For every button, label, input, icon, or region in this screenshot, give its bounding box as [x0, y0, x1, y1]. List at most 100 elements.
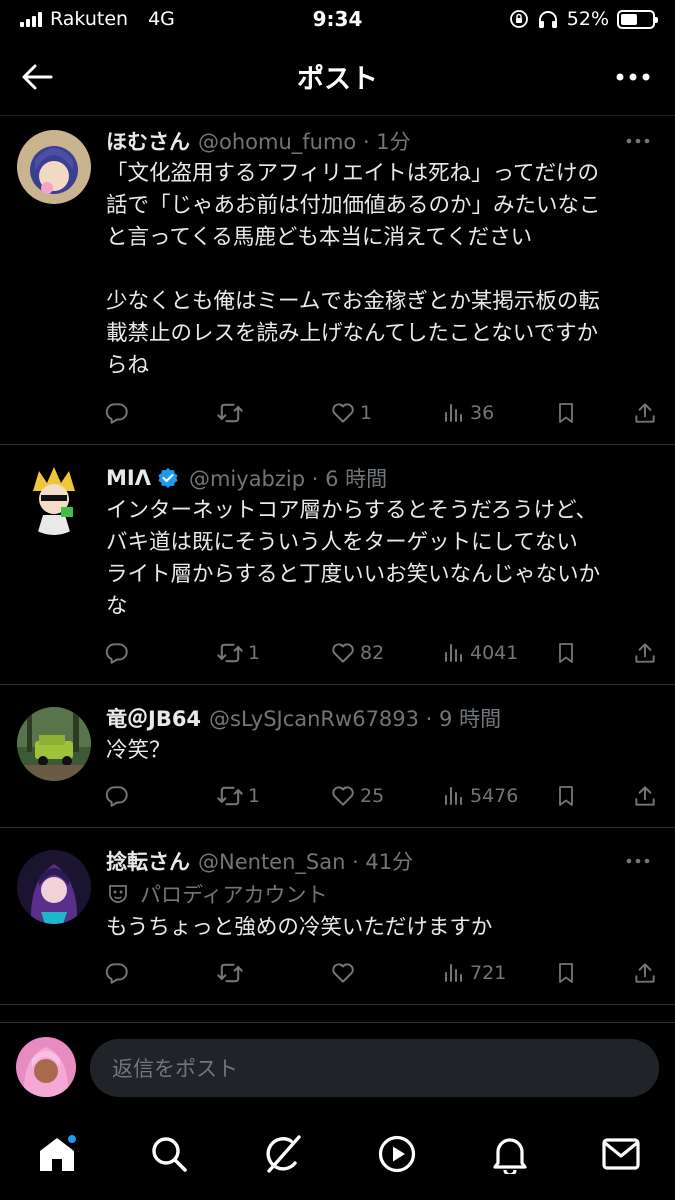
- more-horizontal-icon: [625, 857, 651, 865]
- handle-time[interactable]: @Nenten_San · 41分: [198, 846, 413, 876]
- post-more-button[interactable]: [621, 124, 655, 158]
- repost-button[interactable]: [216, 397, 248, 429]
- views-icon: [442, 961, 466, 985]
- nav-search[interactable]: [147, 1132, 191, 1176]
- nav-video[interactable]: [375, 1132, 419, 1176]
- handle-time[interactable]: @sLySJcanRw67893 · 9 時間: [209, 703, 501, 733]
- like-button[interactable]: [330, 957, 360, 989]
- share-button[interactable]: [632, 957, 658, 989]
- view-count: 721: [470, 962, 507, 984]
- reply-button[interactable]: [104, 637, 134, 669]
- back-button[interactable]: [18, 58, 56, 96]
- views-button[interactable]: 4041: [442, 637, 518, 669]
- view-count: 36: [470, 402, 495, 424]
- arrow-left-icon: [22, 64, 53, 90]
- handle-time[interactable]: @miyabzip · 6 時間: [189, 463, 387, 493]
- status-icons: 52%: [509, 8, 658, 30]
- more-horizontal-icon: [625, 137, 651, 145]
- handle-time[interactable]: @ohomu_fumo · 1分: [198, 126, 411, 156]
- post-text: 「文化盗用するアフィリエイトは死ね」ってだけの 話で「じゃあお前は付加価値あるの…: [106, 161, 601, 378]
- share-button[interactable]: [632, 780, 658, 812]
- like-count: 1: [360, 402, 373, 424]
- views-button[interactable]: 721: [442, 957, 506, 989]
- share-icon: [632, 960, 658, 986]
- bookmark-button[interactable]: [554, 637, 578, 669]
- share-icon: [632, 783, 658, 809]
- avatar[interactable]: [17, 461, 91, 535]
- video-icon: [378, 1135, 416, 1173]
- heart-icon: [330, 640, 356, 666]
- post-actions: 721: [104, 957, 659, 989]
- notification-dot: [67, 1134, 77, 1144]
- battery-level: [621, 13, 637, 25]
- post-header: 捻転さん @Nenten_San · 41分: [106, 844, 655, 878]
- page-title: ポスト: [297, 64, 378, 95]
- views-button[interactable]: 36: [442, 397, 494, 429]
- view-count: 5476: [470, 785, 519, 807]
- nav-notifications[interactable]: [488, 1132, 532, 1176]
- post[interactable]: 捻転さん @Nenten_San · 41分 パロディアカウント もうちょっと強…: [0, 828, 675, 1005]
- post-header: ほむさん @ohomu_fumo · 1分: [106, 124, 655, 158]
- grok-icon: [266, 1135, 301, 1173]
- orientation-lock-icon: [509, 10, 528, 28]
- nav-home[interactable]: [35, 1132, 79, 1176]
- reply-composer: 返信をポスト: [0, 1022, 675, 1112]
- share-button[interactable]: [632, 637, 658, 669]
- carrier-name: Rakuten: [50, 8, 129, 30]
- repost-button[interactable]: [216, 957, 248, 989]
- my-avatar[interactable]: [16, 1037, 76, 1097]
- carrier-info: Rakuten 4G: [20, 8, 175, 30]
- display-name[interactable]: 竜＠JB64: [106, 703, 201, 733]
- nav-grok[interactable]: [260, 1132, 304, 1176]
- reply-button[interactable]: [104, 397, 134, 429]
- post[interactable]: ほむさん @ohomu_fumo · 1分 「文化盗用するアフィリエイトは死ね」…: [0, 116, 675, 445]
- reply-icon: [104, 783, 130, 809]
- post[interactable]: MIΛ @miyabzip · 6 時間 インターネットコア層からするとそうだろ…: [0, 445, 675, 685]
- top-bar: ポスト: [0, 38, 675, 116]
- reply-button[interactable]: [104, 957, 134, 989]
- views-button[interactable]: 5476: [442, 780, 518, 812]
- bookmark-button[interactable]: [554, 397, 578, 429]
- verified-badge-icon: [158, 468, 178, 488]
- like-button[interactable]: 82: [330, 637, 384, 669]
- avatar[interactable]: [17, 707, 91, 781]
- repost-icon: [216, 959, 244, 987]
- nav-messages[interactable]: [599, 1132, 643, 1176]
- like-button[interactable]: 1: [330, 397, 372, 429]
- repost-count: 1: [248, 785, 261, 807]
- bottom-nav: [0, 1112, 675, 1200]
- like-button[interactable]: 25: [330, 780, 384, 812]
- repost-icon: [216, 782, 244, 810]
- search-icon: [152, 1137, 187, 1172]
- post-actions: 1 25 5476: [104, 780, 659, 812]
- repost-icon: [216, 399, 244, 427]
- more-options-button[interactable]: [609, 58, 657, 96]
- repost-button[interactable]: 1: [216, 780, 260, 812]
- parody-text: パロディアカウント: [140, 883, 328, 907]
- reply-icon: [104, 960, 130, 986]
- bookmark-icon: [554, 960, 578, 986]
- post-more-button[interactable]: [621, 844, 655, 878]
- post-header: MIΛ @miyabzip · 6 時間: [106, 461, 655, 495]
- reply-input[interactable]: 返信をポスト: [90, 1039, 659, 1097]
- avatar[interactable]: [17, 130, 91, 204]
- reply-icon: [104, 400, 130, 426]
- post-actions: 1 36: [104, 397, 659, 429]
- reply-button[interactable]: [104, 780, 134, 812]
- post[interactable]: 竜＠JB64 @sLySJcanRw67893 · 9 時間 冷笑？ 1 25 …: [0, 685, 675, 828]
- repost-button[interactable]: 1: [216, 637, 260, 669]
- battery-icon: [617, 9, 658, 29]
- more-horizontal-icon: [616, 73, 650, 81]
- display-name[interactable]: ほむさん: [106, 126, 190, 156]
- battery-percent: 52%: [566, 8, 609, 30]
- avatar[interactable]: [17, 850, 91, 924]
- display-name[interactable]: MIΛ: [106, 466, 151, 490]
- bookmark-button[interactable]: [554, 957, 578, 989]
- views-icon: [442, 784, 466, 808]
- bookmark-icon: [554, 400, 578, 426]
- status-bar: Rakuten 4G 9:34 52%: [0, 0, 675, 38]
- bookmark-button[interactable]: [554, 780, 578, 812]
- share-button[interactable]: [632, 397, 658, 429]
- display-name[interactable]: 捻転さん: [106, 846, 190, 876]
- view-count: 4041: [470, 642, 519, 664]
